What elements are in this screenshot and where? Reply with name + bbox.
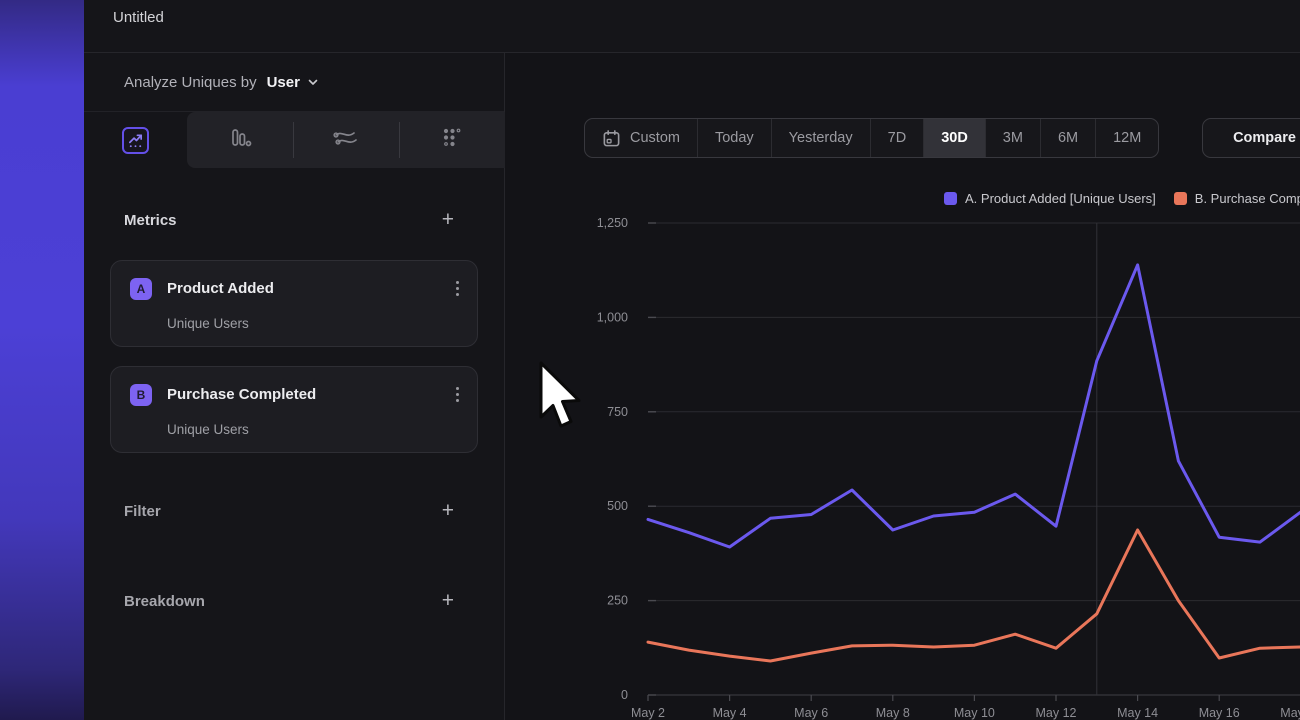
y-tick-label: 250 <box>607 594 628 608</box>
line-chart: 0 250 500 750 1,000 1,250 May 2 May 4 May 6 May 8… <box>505 53 1300 720</box>
x-tick-label: May 4 <box>713 706 747 720</box>
metric-badge-a: A <box>130 278 152 300</box>
x-tick-label: May 2 <box>631 706 665 720</box>
filter-header-row: Filter + <box>124 501 454 521</box>
x-tick-label: May 14 <box>1117 706 1158 720</box>
bar-chart-icon <box>227 125 253 156</box>
x-tick-label: May 18 <box>1280 706 1300 720</box>
metric-card-b[interactable]: B Purchase Completed Unique Users <box>110 366 478 453</box>
series-line-b <box>648 530 1300 661</box>
y-tick-label: 1,250 <box>597 216 628 230</box>
analyze-row: Analyze Uniques by User <box>84 53 504 112</box>
top-bar: Untitled <box>84 0 1300 53</box>
add-breakdown-button[interactable]: + <box>442 591 454 611</box>
metric-subtitle: Unique Users <box>167 422 249 437</box>
y-tick-label: 0 <box>621 688 628 702</box>
left-gradient-strip <box>0 0 84 720</box>
y-tick-label: 500 <box>607 499 628 513</box>
line-chart-icon <box>122 127 149 154</box>
kebab-menu-icon[interactable] <box>452 277 463 300</box>
tab-bar-chart[interactable] <box>187 112 293 168</box>
tab-grid[interactable] <box>399 112 505 168</box>
view-tabs <box>84 112 505 168</box>
y-tick-label: 750 <box>607 405 628 419</box>
analyze-value-dropdown[interactable]: User <box>267 74 300 91</box>
tab-flows[interactable] <box>293 112 399 168</box>
metric-title: Product Added <box>167 280 452 297</box>
sidebar: Analyze Uniques by User <box>84 53 505 720</box>
app-window: Untitled Analyze Uniques by User <box>0 0 1300 720</box>
series-line-a <box>648 265 1300 547</box>
metric-card-a[interactable]: A Product Added Unique Users <box>110 260 478 347</box>
x-tick-label: May 12 <box>1036 706 1077 720</box>
metric-badge-b: B <box>130 384 152 406</box>
tab-line-chart[interactable] <box>84 112 187 168</box>
chart-svg: 0 250 500 750 1,000 1,250 May 2 May 4 May 6 May 8… <box>505 53 1300 720</box>
add-metric-button[interactable]: + <box>442 210 454 230</box>
breakdown-header-row: Breakdown + <box>124 591 454 611</box>
metrics-header: Metrics <box>124 212 177 229</box>
x-tick-label: May 16 <box>1199 706 1240 720</box>
page-title: Untitled <box>113 9 164 26</box>
grid-dots-icon <box>439 125 465 156</box>
mouse-cursor <box>537 361 581 431</box>
chevron-down-icon[interactable] <box>307 76 319 88</box>
add-filter-button[interactable]: + <box>442 501 454 521</box>
y-tick-label: 1,000 <box>597 310 628 324</box>
metric-subtitle: Unique Users <box>167 316 249 331</box>
metric-title: Purchase Completed <box>167 386 452 403</box>
analyze-label: Analyze Uniques by <box>124 74 257 91</box>
breakdown-header: Breakdown <box>124 593 205 610</box>
kebab-menu-icon[interactable] <box>452 383 463 406</box>
x-tick-label: May 10 <box>954 706 995 720</box>
chart-panel: CustomTodayYesterday7D30D3M6M12M Compare… <box>505 53 1300 720</box>
metrics-header-row: Metrics + <box>124 210 454 230</box>
x-tick-label: May 6 <box>794 706 828 720</box>
flows-icon <box>332 127 360 154</box>
x-tick-label: May 8 <box>876 706 910 720</box>
filter-header: Filter <box>124 503 161 520</box>
